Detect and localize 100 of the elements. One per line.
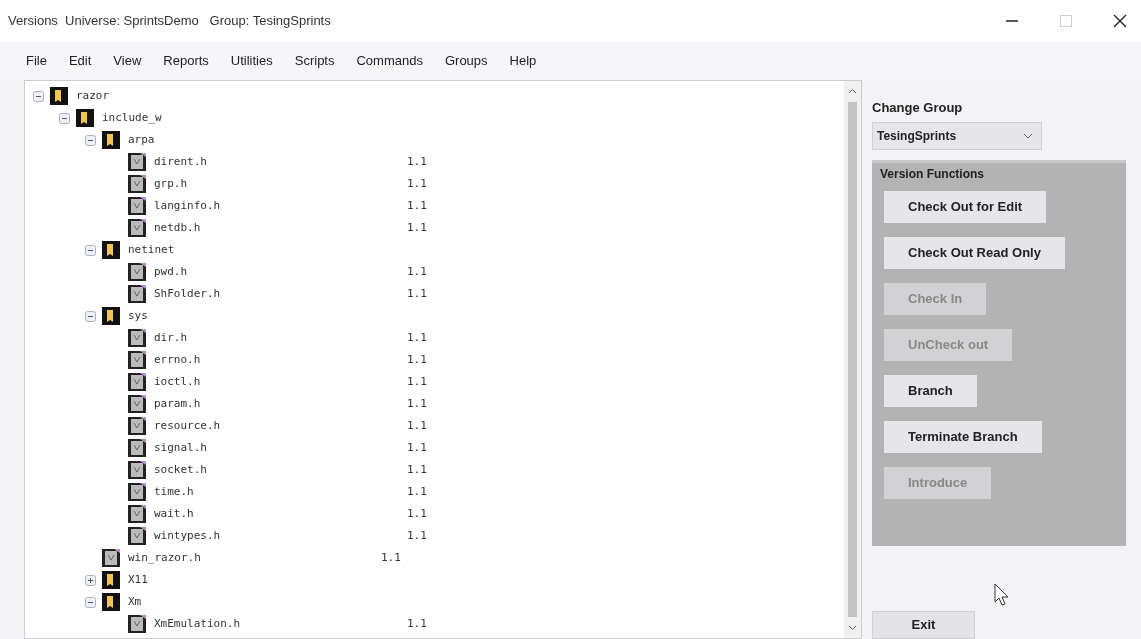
exit-button[interactable]: Exit — [872, 611, 975, 639]
tree-item[interactable]: wait.h — [150, 505, 403, 523]
file-icon — [128, 263, 146, 281]
version-number: 1.1 — [407, 197, 427, 214]
file-icon — [128, 527, 146, 545]
tree-item[interactable]: langinfo.h — [150, 197, 403, 215]
tree-item[interactable]: signal.h — [150, 439, 403, 457]
file-icon — [128, 615, 146, 633]
file-icon — [128, 175, 146, 193]
function-button[interactable]: Check Out Read Only — [884, 236, 1065, 269]
close-icon[interactable] — [1113, 14, 1127, 28]
version-number: 1.1 — [407, 439, 427, 456]
tree-item[interactable]: include_w — [98, 109, 351, 127]
version-number: 1.1 — [407, 351, 427, 368]
scrollbar-thumb[interactable] — [848, 102, 857, 617]
tree-item[interactable]: ioctl.h — [150, 373, 403, 391]
tree-item[interactable]: razor — [72, 87, 325, 105]
file-icon — [128, 329, 146, 347]
file-icon — [128, 417, 146, 435]
tree-item[interactable]: sys — [124, 307, 377, 325]
file-icon — [128, 505, 146, 523]
version-number: 1.1 — [407, 175, 427, 192]
tree-item[interactable]: errno.h — [150, 351, 403, 369]
group-dropdown[interactable]: TesingSprints — [872, 121, 1042, 150]
tree-item[interactable]: netinet — [124, 241, 377, 259]
file-icon — [128, 395, 146, 413]
version-number: 1.1 — [407, 505, 427, 522]
tree-item[interactable]: win_razor.h — [124, 549, 377, 567]
tree-item[interactable]: Xm — [124, 593, 377, 611]
tree-item[interactable]: dir.h — [150, 329, 403, 347]
collapse-icon[interactable] — [85, 596, 96, 608]
menu-item[interactable]: File — [26, 51, 47, 71]
file-icon — [128, 153, 146, 171]
version-number: 1.1 — [407, 395, 427, 412]
menu-item[interactable]: Reports — [163, 51, 209, 71]
folder-icon — [102, 593, 120, 611]
change-group-label: Change Group — [872, 99, 964, 117]
collapse-icon[interactable] — [85, 244, 96, 256]
version-number: 1.1 — [407, 285, 427, 302]
folder-icon — [50, 87, 68, 105]
collapse-icon[interactable] — [33, 90, 44, 102]
menu-item[interactable]: Commands — [356, 51, 423, 71]
tree-item[interactable]: netdb.h — [150, 219, 403, 237]
folder-icon — [102, 307, 120, 325]
tree-item[interactable]: ShFolder.h — [150, 285, 403, 303]
mouse-pointer-icon — [994, 583, 1010, 607]
scroll-up-icon[interactable] — [848, 87, 857, 96]
tree-item[interactable]: socket.h — [150, 461, 403, 479]
tree-item[interactable]: X11 — [124, 571, 377, 589]
menu-item[interactable]: Scripts — [294, 51, 335, 71]
menu-item[interactable]: Groups — [444, 51, 488, 71]
version-number: 1.1 — [407, 373, 427, 390]
function-button[interactable]: Terminate Branch — [884, 420, 1042, 453]
version-number: 1.1 — [407, 329, 427, 346]
folder-icon — [102, 571, 120, 589]
tree-item[interactable]: pwd.h — [150, 263, 403, 281]
menu-item[interactable]: Utilities — [230, 51, 273, 71]
tree-item[interactable]: wintypes.h — [150, 527, 403, 545]
expand-icon[interactable] — [85, 574, 96, 586]
scrollbar[interactable] — [844, 81, 861, 638]
folder-icon — [102, 241, 120, 259]
folder-icon — [76, 109, 94, 127]
collapse-icon[interactable] — [85, 134, 96, 146]
function-button[interactable]: Branch — [884, 374, 977, 407]
version-number: 1.1 — [407, 615, 427, 632]
tree-item[interactable]: XmEmulation.h — [150, 615, 403, 633]
window-title: Versions Universe: SprintsDemo Group: TesingSprints — [8, 12, 331, 31]
tree-item[interactable]: resource.h — [150, 417, 403, 435]
version-number: 1.1 — [381, 549, 401, 566]
file-icon — [128, 373, 146, 391]
tree-item[interactable]: grp.h — [150, 175, 403, 193]
menu-item[interactable]: Help — [509, 51, 537, 71]
tree-item[interactable]: param.h — [150, 395, 403, 413]
version-number: 1.1 — [407, 417, 427, 434]
version-number: 1.1 — [407, 219, 427, 236]
menu-item[interactable]: Edit — [68, 51, 92, 71]
scroll-down-icon[interactable] — [848, 623, 857, 632]
menu-item[interactable]: View — [113, 51, 142, 71]
version-number: 1.1 — [407, 153, 427, 170]
collapse-icon[interactable] — [85, 310, 96, 322]
file-icon — [128, 483, 146, 501]
file-icon — [128, 197, 146, 215]
tree-item[interactable]: dirent.h — [150, 153, 403, 171]
file-icon — [128, 219, 146, 237]
file-icon — [128, 285, 146, 303]
version-number: 1.1 — [407, 461, 427, 478]
file-icon — [128, 439, 146, 457]
tree-item[interactable]: arpa — [124, 131, 377, 149]
folder-icon — [102, 131, 120, 149]
version-number: 1.1 — [407, 527, 427, 544]
function-button[interactable]: Check Out for Edit — [884, 190, 1047, 223]
version-number: 1.1 — [407, 263, 427, 280]
collapse-icon[interactable] — [59, 112, 70, 124]
file-icon — [102, 549, 120, 567]
panel-title: Version Functions — [880, 165, 985, 183]
tree-item[interactable]: time.h — [150, 483, 403, 501]
version-number: 1.1 — [407, 483, 427, 500]
file-icon — [128, 351, 146, 369]
chevron-down-icon — [1023, 132, 1033, 139]
file-icon — [128, 461, 146, 479]
